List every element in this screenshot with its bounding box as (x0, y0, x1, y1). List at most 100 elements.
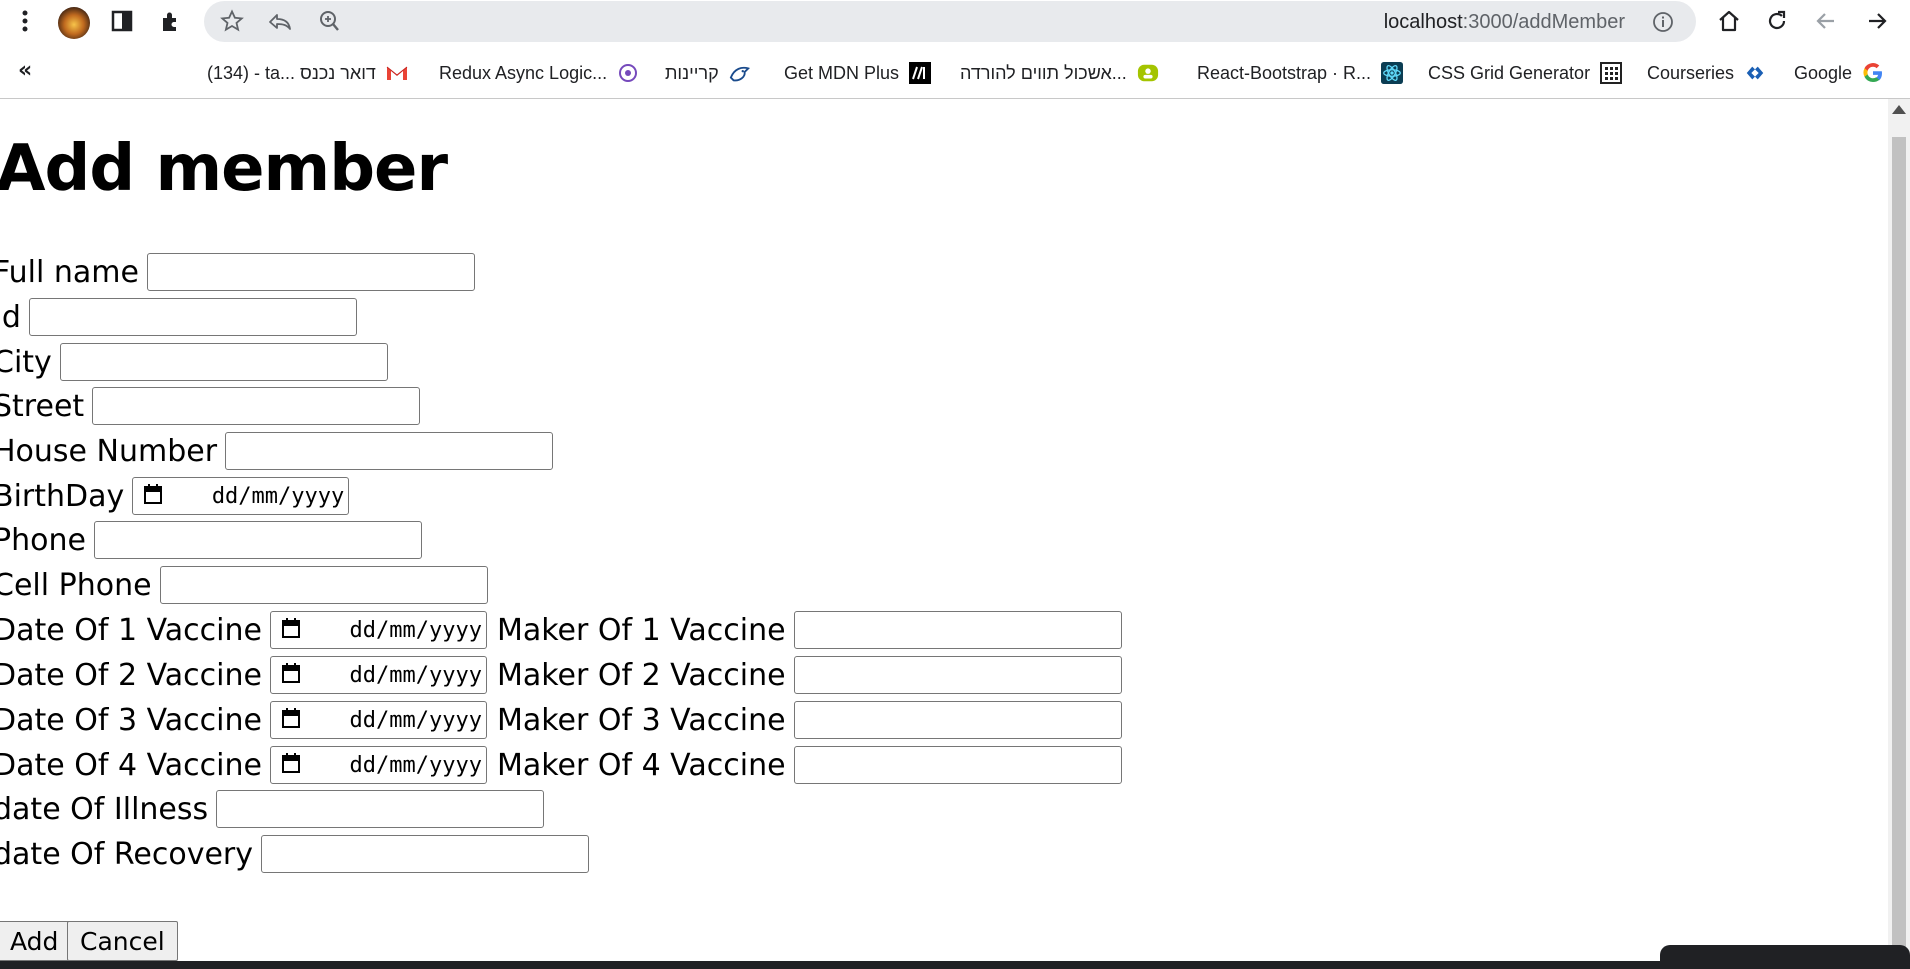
bookmark-label: (134) - ta... דואר נכנס (207, 62, 376, 83)
bookmark-label: קריינות (665, 62, 719, 83)
address-bar[interactable]: localhost:3000/addMember (204, 1, 1696, 42)
bookmark-css-grid[interactable]: CSS Grid Generator (1428, 60, 1623, 86)
browser-toolbar: localhost:3000/addMember (0, 0, 1910, 44)
vaccine-3-date-label: Date Of 3 Vaccine (0, 702, 262, 738)
city-row: City (0, 340, 388, 384)
house-number-label: House Number (0, 433, 218, 469)
calendar-icon[interactable] (281, 617, 301, 643)
id-label: Id (0, 299, 21, 335)
reload-icon[interactable] (1764, 8, 1790, 34)
bookmark-courseries[interactable]: Courseries (1647, 60, 1766, 86)
vaccine-2-maker-label: Maker Of 2 Vaccine (496, 657, 786, 693)
house-number-row: House Number (0, 429, 554, 473)
bookmark-mdn[interactable]: Get MDN Plus (784, 60, 932, 86)
phone-label: Phone (0, 522, 86, 558)
page-title: Add member (0, 132, 448, 206)
full-name-label: Full name (0, 254, 139, 290)
bookmark-label: Courseries (1647, 62, 1735, 83)
mdn-icon (909, 62, 932, 84)
illness-date-input[interactable] (216, 790, 545, 828)
bookmark-label: Get MDN Plus (784, 62, 900, 83)
birthday-date-input[interactable]: dd/mm/yyyy (132, 477, 350, 515)
home-icon[interactable] (1716, 8, 1742, 34)
bookmark-redux[interactable]: Redux Async Logic... (439, 60, 639, 86)
more-bookmarks-button[interactable]: « (18, 58, 32, 83)
vaccine-2-date-label: Date Of 2 Vaccine (0, 657, 262, 693)
bookmark-label: אשכול תווים להורדה... (960, 62, 1127, 83)
zoom-icon[interactable] (316, 8, 342, 34)
street-input[interactable] (92, 387, 421, 425)
house-number-input[interactable] (225, 432, 554, 470)
date-placeholder: dd/mm/yyyy (211, 483, 345, 509)
vaccine-1-row: Date Of 1 Vaccine dd/mm/yyyy Maker Of 1 … (0, 608, 1122, 652)
calendar-icon[interactable] (281, 752, 301, 778)
back-icon[interactable] (1813, 8, 1839, 34)
vaccine-4-date-input[interactable]: dd/mm/yyyy (269, 746, 487, 784)
vaccine-4-maker-label: Maker Of 4 Vaccine (496, 747, 786, 783)
calendar-icon[interactable] (143, 483, 163, 509)
profile-avatar[interactable] (57, 6, 91, 40)
vaccine-4-row: Date Of 4 Vaccine dd/mm/yyyy Maker Of 4 … (0, 743, 1122, 787)
bookmark-label: React-Bootstrap · R... (1197, 62, 1372, 83)
courseries-icon (1744, 62, 1766, 84)
illness-row: date Of Illness (0, 787, 545, 831)
google-icon (1862, 62, 1884, 84)
full-name-input[interactable] (146, 253, 475, 291)
vaccine-1-date-input[interactable]: dd/mm/yyyy (269, 611, 487, 649)
date-placeholder: dd/mm/yyyy (349, 617, 482, 643)
vaccine-3-date-input[interactable]: dd/mm/yyyy (269, 701, 487, 739)
bookmark-star-icon[interactable] (219, 8, 245, 34)
page-content: Add member Full name Id City Street Hous… (0, 99, 1888, 961)
vaccine-2-maker-input[interactable] (793, 656, 1122, 694)
calendar-icon[interactable] (281, 707, 301, 733)
share-icon[interactable] (267, 8, 293, 34)
vaccine-4-date-label: Date Of 4 Vaccine (0, 747, 262, 783)
bookmark-music[interactable]: אשכול תווים להורדה... (960, 60, 1159, 86)
scrollbar-thumb[interactable] (1892, 137, 1906, 957)
vaccine-2-date-input[interactable]: dd/mm/yyyy (269, 656, 487, 694)
illness-date-label: date Of Illness (0, 791, 209, 827)
calendar-icon[interactable] (281, 662, 301, 688)
date-placeholder: dd/mm/yyyy (349, 707, 482, 733)
vaccine-3-row: Date Of 3 Vaccine dd/mm/yyyy Maker Of 3 … (0, 698, 1122, 742)
extensions-icon[interactable] (158, 8, 184, 34)
site-info-icon[interactable] (1650, 9, 1676, 35)
scroll-up-arrow-icon[interactable] (1892, 105, 1906, 114)
recovery-row: date Of Recovery (0, 832, 589, 876)
recovery-date-input[interactable] (261, 835, 589, 873)
vaccine-1-date-label: Date Of 1 Vaccine (0, 612, 262, 648)
add-button[interactable]: Add (0, 921, 72, 961)
cancel-button[interactable]: Cancel (67, 921, 178, 961)
cell-phone-label: Cell Phone (0, 567, 152, 603)
date-placeholder: dd/mm/yyyy (349, 752, 482, 778)
bookmarks-bar: « (134) - ta... דואר נכנס Redux Async Lo… (0, 52, 1910, 99)
date-placeholder: dd/mm/yyyy (349, 662, 482, 688)
taskbar (0, 961, 1910, 969)
bookmark-narration[interactable]: קריינות (665, 60, 751, 86)
redux-icon (617, 62, 639, 84)
vertical-scrollbar[interactable] (1888, 99, 1910, 961)
vaccine-4-maker-input[interactable] (793, 746, 1122, 784)
city-label: City (0, 344, 52, 380)
url-text[interactable]: localhost:3000/addMember (1384, 11, 1625, 34)
sidepanel-icon[interactable] (109, 8, 135, 34)
full-name-row: Full name (0, 250, 475, 294)
vaccine-1-maker-input[interactable] (793, 611, 1122, 649)
vaccine-2-row: Date Of 2 Vaccine dd/mm/yyyy Maker Of 2 … (0, 653, 1122, 697)
bird-icon (729, 62, 751, 84)
bookmark-google[interactable]: Google (1794, 60, 1884, 86)
street-row: Street (0, 384, 421, 428)
city-input[interactable] (59, 343, 388, 381)
vaccine-1-maker-label: Maker Of 1 Vaccine (496, 612, 786, 648)
forward-icon[interactable] (1864, 8, 1890, 34)
cell-phone-input[interactable] (159, 566, 488, 604)
bookmark-react-bootstrap[interactable]: React-Bootstrap · R... (1197, 60, 1404, 86)
menu-dots-icon[interactable] (12, 8, 38, 34)
phone-input[interactable] (93, 521, 422, 559)
vaccine-3-maker-input[interactable] (793, 701, 1122, 739)
gmail-icon (386, 62, 408, 84)
react-icon (1381, 62, 1404, 84)
grid-icon (1600, 62, 1623, 84)
id-input[interactable] (28, 298, 357, 336)
bookmark-gmail[interactable]: (134) - ta... דואר נכנס (207, 60, 408, 86)
